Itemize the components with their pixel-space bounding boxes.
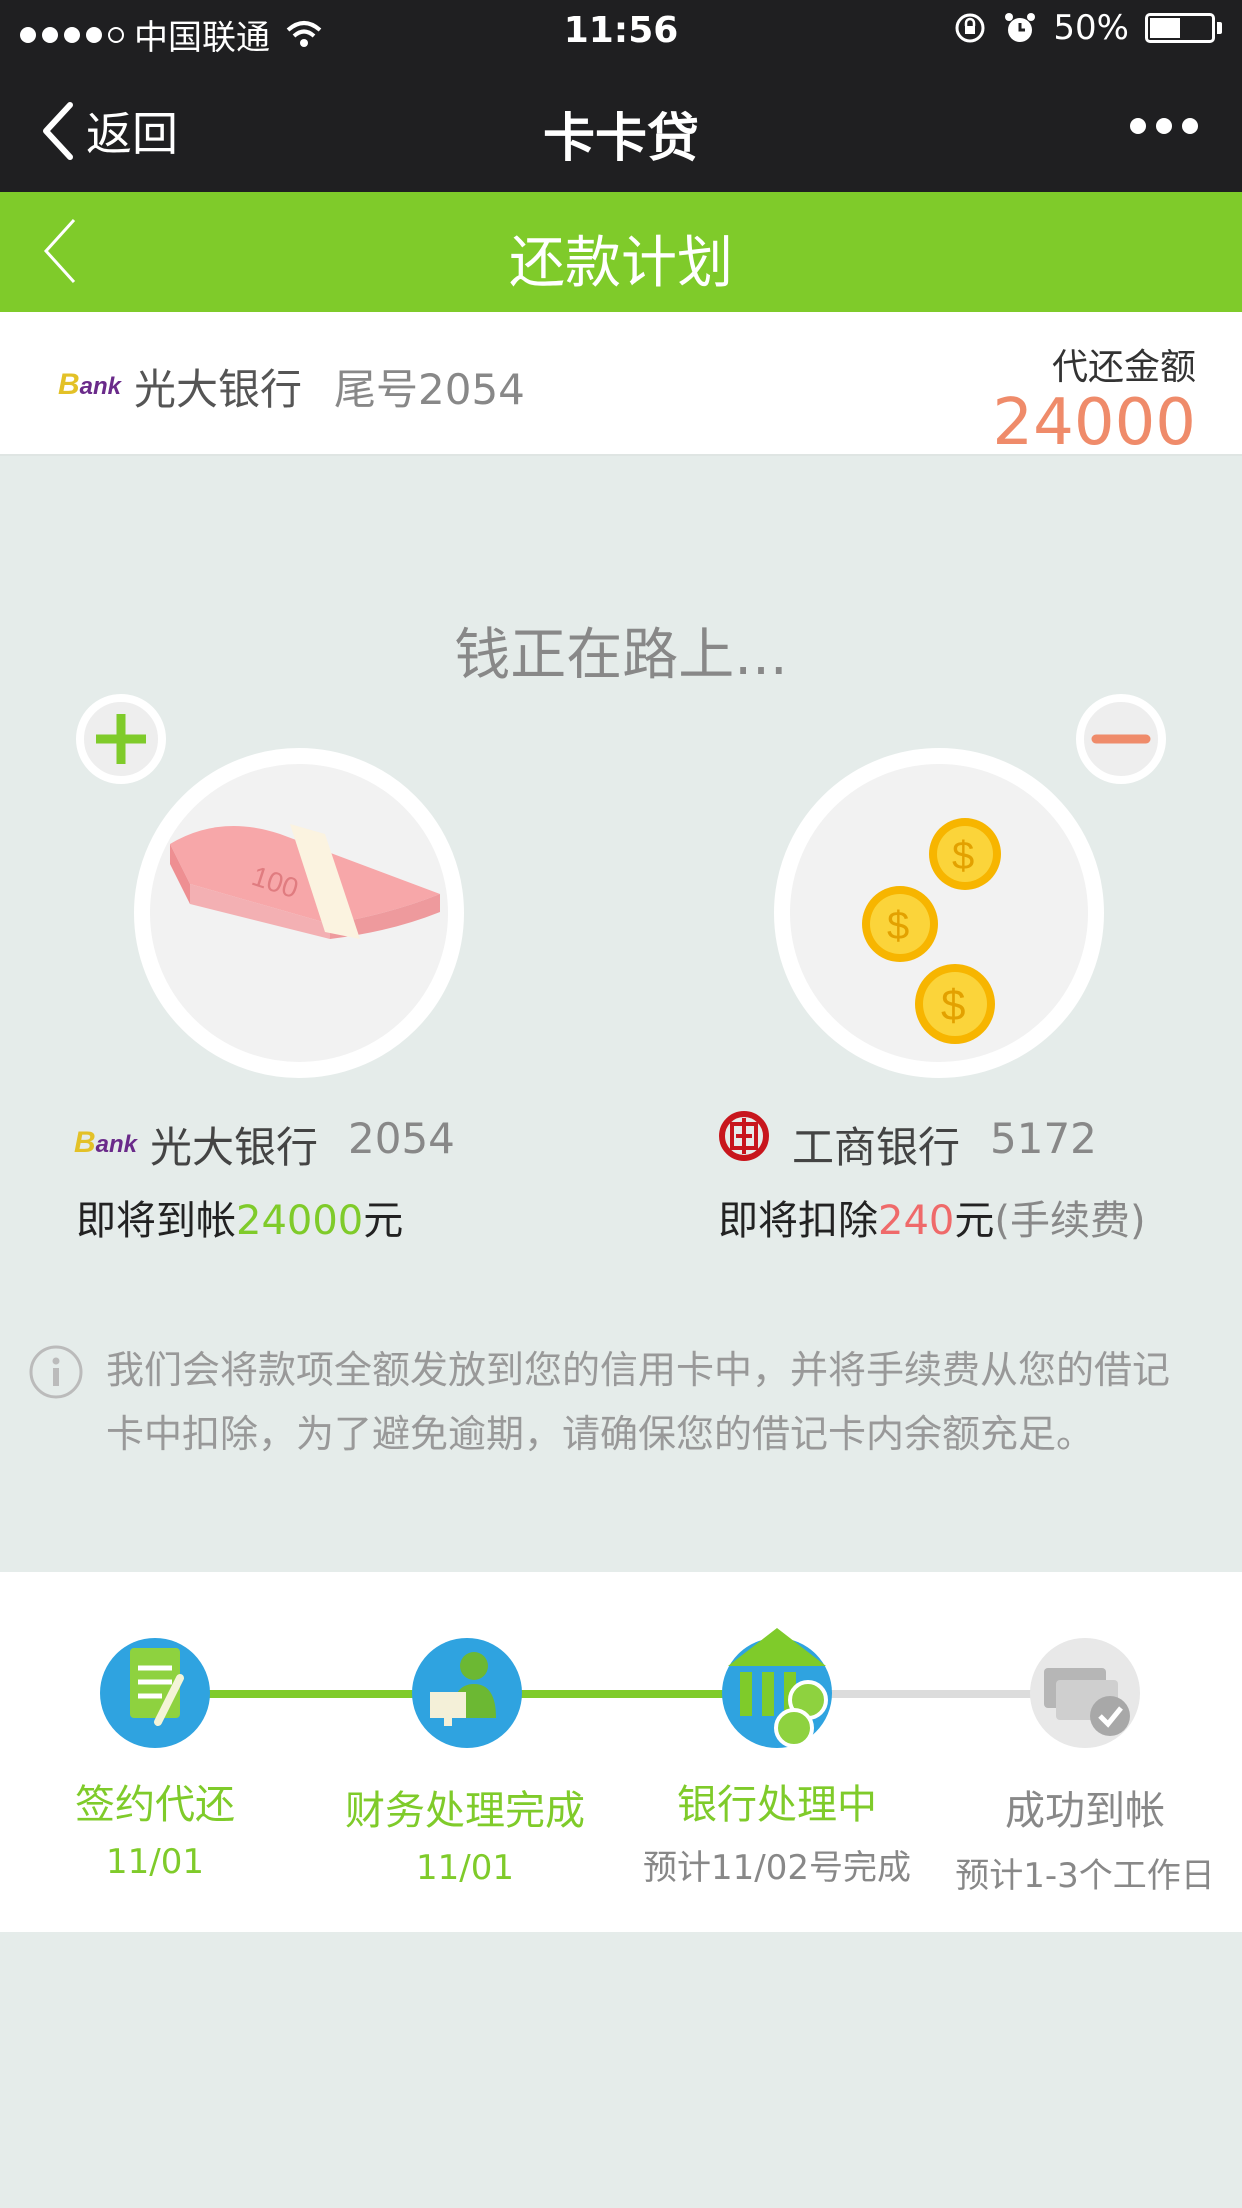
info-icon bbox=[29, 1345, 83, 1399]
cash-bundle-icon: 100 bbox=[170, 824, 440, 939]
minus-badge bbox=[1076, 694, 1166, 784]
bank-processing-icon bbox=[722, 1628, 832, 1748]
alarm-icon bbox=[1005, 13, 1036, 42]
step-2-label: 财务处理完成 bbox=[345, 1788, 585, 1834]
step-3-label: 银行处理中 bbox=[677, 1782, 877, 1828]
more-dot bbox=[1156, 118, 1172, 134]
icbc-logo-icon bbox=[719, 1111, 769, 1161]
more-dot bbox=[1130, 118, 1146, 134]
incoming-amount-line: 即将到帐24000元 bbox=[76, 1188, 403, 1246]
outgoing-amount-line: 即将扣除240元(手续费) bbox=[718, 1188, 1146, 1246]
step-2-date: 11/01 bbox=[416, 1848, 514, 1888]
incoming-suffix: 元 bbox=[363, 1198, 404, 1244]
transfer-status-text: 钱正在路上... bbox=[454, 623, 788, 688]
contract-icon bbox=[100, 1638, 210, 1748]
nav-title: 卡卡贷 bbox=[542, 109, 699, 169]
nav-bar: 返回 卡卡贷 bbox=[0, 62, 1242, 192]
bank-logo-rest: ank bbox=[79, 373, 122, 400]
rotation-lock-icon bbox=[955, 13, 985, 43]
credit-card-summary: Bank 光大银行 尾号2054 代还金额 24000 bbox=[0, 312, 1242, 460]
incoming-cash-circle: 100 bbox=[134, 748, 464, 1078]
minus-icon bbox=[1091, 734, 1151, 744]
svg-text:$: $ bbox=[941, 981, 965, 1030]
repay-amount-label: 代还金额 bbox=[1051, 347, 1196, 388]
step-1-date: 11/01 bbox=[106, 1842, 204, 1882]
incoming-card-number: 2054 bbox=[348, 1114, 455, 1163]
coins-icon: $ $ $ bbox=[862, 818, 1001, 1044]
battery-percent: 50% bbox=[1053, 8, 1129, 48]
outgoing-amount: 240 bbox=[878, 1198, 955, 1244]
success-arrival-icon bbox=[1030, 1638, 1140, 1748]
outgoing-card-number: 5172 bbox=[990, 1114, 1097, 1163]
bank-logo-initial: B bbox=[58, 368, 80, 401]
step-4-estimate: 预计1-3个工作日 bbox=[955, 1856, 1215, 1896]
battery-tip bbox=[1217, 22, 1222, 34]
more-menu-button[interactable] bbox=[1130, 118, 1198, 134]
step-4-label: 成功到帐 bbox=[1005, 1788, 1165, 1834]
bank-logo-icon: Bank bbox=[74, 1126, 137, 1160]
svg-text:$: $ bbox=[952, 834, 974, 878]
outgoing-prefix: 即将扣除 bbox=[718, 1198, 878, 1244]
page-title: 还款计划 bbox=[509, 231, 733, 296]
repay-amount: 24000 bbox=[992, 386, 1196, 460]
card-bank-name: 光大银行 bbox=[134, 365, 303, 414]
battery-icon bbox=[1145, 13, 1215, 43]
more-dot bbox=[1182, 118, 1198, 134]
progress-steps: 签约代还 11/01 财务处理完成 11/01 银行处理中 预计11/02号完成… bbox=[0, 1572, 1242, 1932]
outgoing-suffix: 元 bbox=[954, 1198, 995, 1244]
plus-badge bbox=[76, 694, 166, 784]
card-tail-number: 尾号2054 bbox=[334, 365, 525, 414]
notice-text: 我们会将款项全额发放到您的信用卡中，并将手续费从您的借记卡中扣除，为了避免逾期，… bbox=[106, 1348, 1171, 1456]
step-3-estimate: 预计11/02号完成 bbox=[643, 1848, 911, 1888]
incoming-amount: 24000 bbox=[236, 1198, 364, 1244]
bank-logo-rest: ank bbox=[95, 1131, 138, 1158]
fee-note: (手续费) bbox=[994, 1198, 1146, 1244]
outgoing-coins-circle: $ $ $ bbox=[774, 748, 1104, 1078]
bank-logo-initial: B bbox=[74, 1126, 96, 1159]
incoming-bank-name: 光大银行 bbox=[150, 1123, 319, 1172]
status-bar: 中国联通 11:56 50% bbox=[0, 0, 1242, 62]
status-bar-right: 50% bbox=[953, 8, 1222, 48]
incoming-prefix: 即将到帐 bbox=[76, 1198, 236, 1244]
step-1-label: 签约代还 bbox=[75, 1782, 235, 1828]
plus-icon bbox=[96, 714, 146, 764]
finance-clerk-icon bbox=[412, 1638, 522, 1748]
bank-logo-icon: Bank bbox=[58, 368, 121, 402]
outgoing-bank-name: 工商银行 bbox=[792, 1123, 961, 1172]
page-header: 还款计划 bbox=[0, 192, 1242, 312]
svg-text:$: $ bbox=[887, 904, 909, 948]
